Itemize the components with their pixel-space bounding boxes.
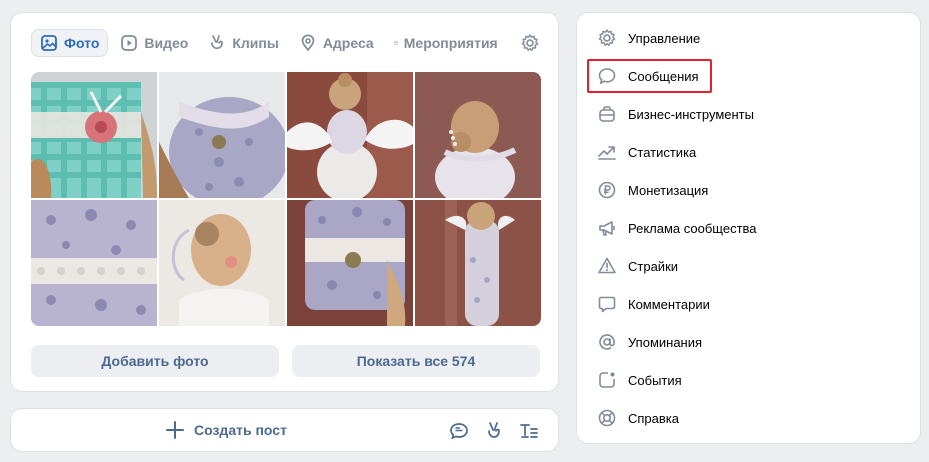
menu-item-events[interactable]: События (597, 365, 682, 395)
photo-thumbnail[interactable] (31, 200, 157, 326)
menu-item-strikes[interactable]: Страйки (597, 251, 678, 281)
settings-gear-icon[interactable] (520, 33, 540, 53)
menu-item-label: Управление (628, 30, 701, 46)
photo-thumbnail[interactable] (287, 200, 413, 326)
tab-events-label: Мероприятия (403, 35, 498, 51)
menu-item-label: Страйки (628, 258, 679, 274)
tab-video[interactable]: Видео (112, 29, 196, 57)
media-card: Фото Видео Клипы Адреса Мероприятия Доба… (10, 12, 559, 392)
briefcase-icon (599, 106, 615, 122)
help-icon (598, 409, 616, 427)
photo-thumbnail[interactable] (31, 72, 157, 198)
menu-item-comments[interactable]: Комментарии (597, 289, 710, 319)
community-menu: Управление Сообщения Бизнес-инструменты … (576, 12, 921, 444)
create-post-button[interactable]: Создать пост (166, 421, 287, 439)
photo-thumbnail[interactable] (415, 72, 541, 198)
menu-item-messages[interactable]: Сообщения (597, 61, 699, 91)
event-icon (599, 372, 615, 388)
create-post-card: Создать пост (10, 408, 559, 452)
menu-item-label: Сообщения (628, 68, 699, 84)
gear-icon (598, 29, 616, 46)
calendar-icon (394, 41, 398, 45)
menu-item-label: Реклама сообщества (628, 220, 757, 236)
menu-item-label: Статистика (628, 144, 697, 160)
tab-photo-label: Фото (64, 35, 100, 51)
at-icon (599, 334, 615, 350)
tab-events[interactable]: Мероприятия (386, 29, 506, 57)
text-format-icon[interactable] (519, 421, 539, 441)
clips-icon (211, 35, 224, 50)
add-photo-button[interactable]: Добавить фото (31, 345, 279, 377)
menu-item-label: Монетизация (628, 182, 709, 198)
menu-item-monetization[interactable]: Монетизация (597, 175, 708, 205)
clip-post-icon[interactable] (484, 421, 504, 441)
message-icon (598, 68, 616, 85)
plus-icon (166, 421, 184, 439)
tab-addresses[interactable]: Адреса (291, 29, 382, 57)
photo-icon (41, 35, 57, 51)
show-all-photos-button[interactable]: Показать все 574 (292, 345, 540, 377)
trend-icon (598, 146, 616, 160)
photo-thumbnail[interactable] (415, 200, 541, 326)
menu-item-help[interactable]: Справка (597, 403, 679, 433)
ruble-icon (598, 181, 616, 199)
location-icon (301, 34, 315, 52)
media-tabs: Фото Видео Клипы Адреса Мероприятия (31, 29, 510, 57)
menu-item-business-tools[interactable]: Бизнес-инструменты (597, 99, 754, 129)
menu-item-mentions[interactable]: Упоминания (597, 327, 702, 357)
menu-item-label: Справка (628, 410, 679, 426)
create-post-label: Создать пост (194, 422, 287, 438)
tab-addresses-label: Адреса (322, 35, 374, 51)
tab-clips[interactable]: Клипы (200, 29, 286, 57)
warning-icon (598, 257, 616, 274)
tab-video-label: Видео (144, 35, 189, 51)
menu-item-label: События (628, 372, 682, 388)
photo-thumbnail[interactable] (287, 72, 413, 198)
photo-grid (31, 72, 541, 326)
menu-item-label: Упоминания (628, 334, 703, 350)
megaphone-icon (599, 221, 615, 236)
menu-item-label: Бизнес-инструменты (628, 106, 754, 122)
tab-clips-label: Клипы (232, 35, 279, 51)
chat-bubble-icon[interactable] (449, 421, 469, 441)
menu-item-label: Комментарии (628, 296, 710, 312)
photo-thumbnail[interactable] (159, 72, 285, 198)
photo-thumbnail[interactable] (159, 200, 285, 326)
menu-item-management[interactable]: Управление (597, 23, 700, 53)
video-icon (121, 35, 138, 51)
menu-item-community-ads[interactable]: Реклама сообщества (597, 213, 757, 243)
menu-item-statistics[interactable]: Статистика (597, 137, 696, 167)
comment-icon (598, 296, 616, 313)
tab-photo[interactable]: Фото (31, 29, 109, 57)
